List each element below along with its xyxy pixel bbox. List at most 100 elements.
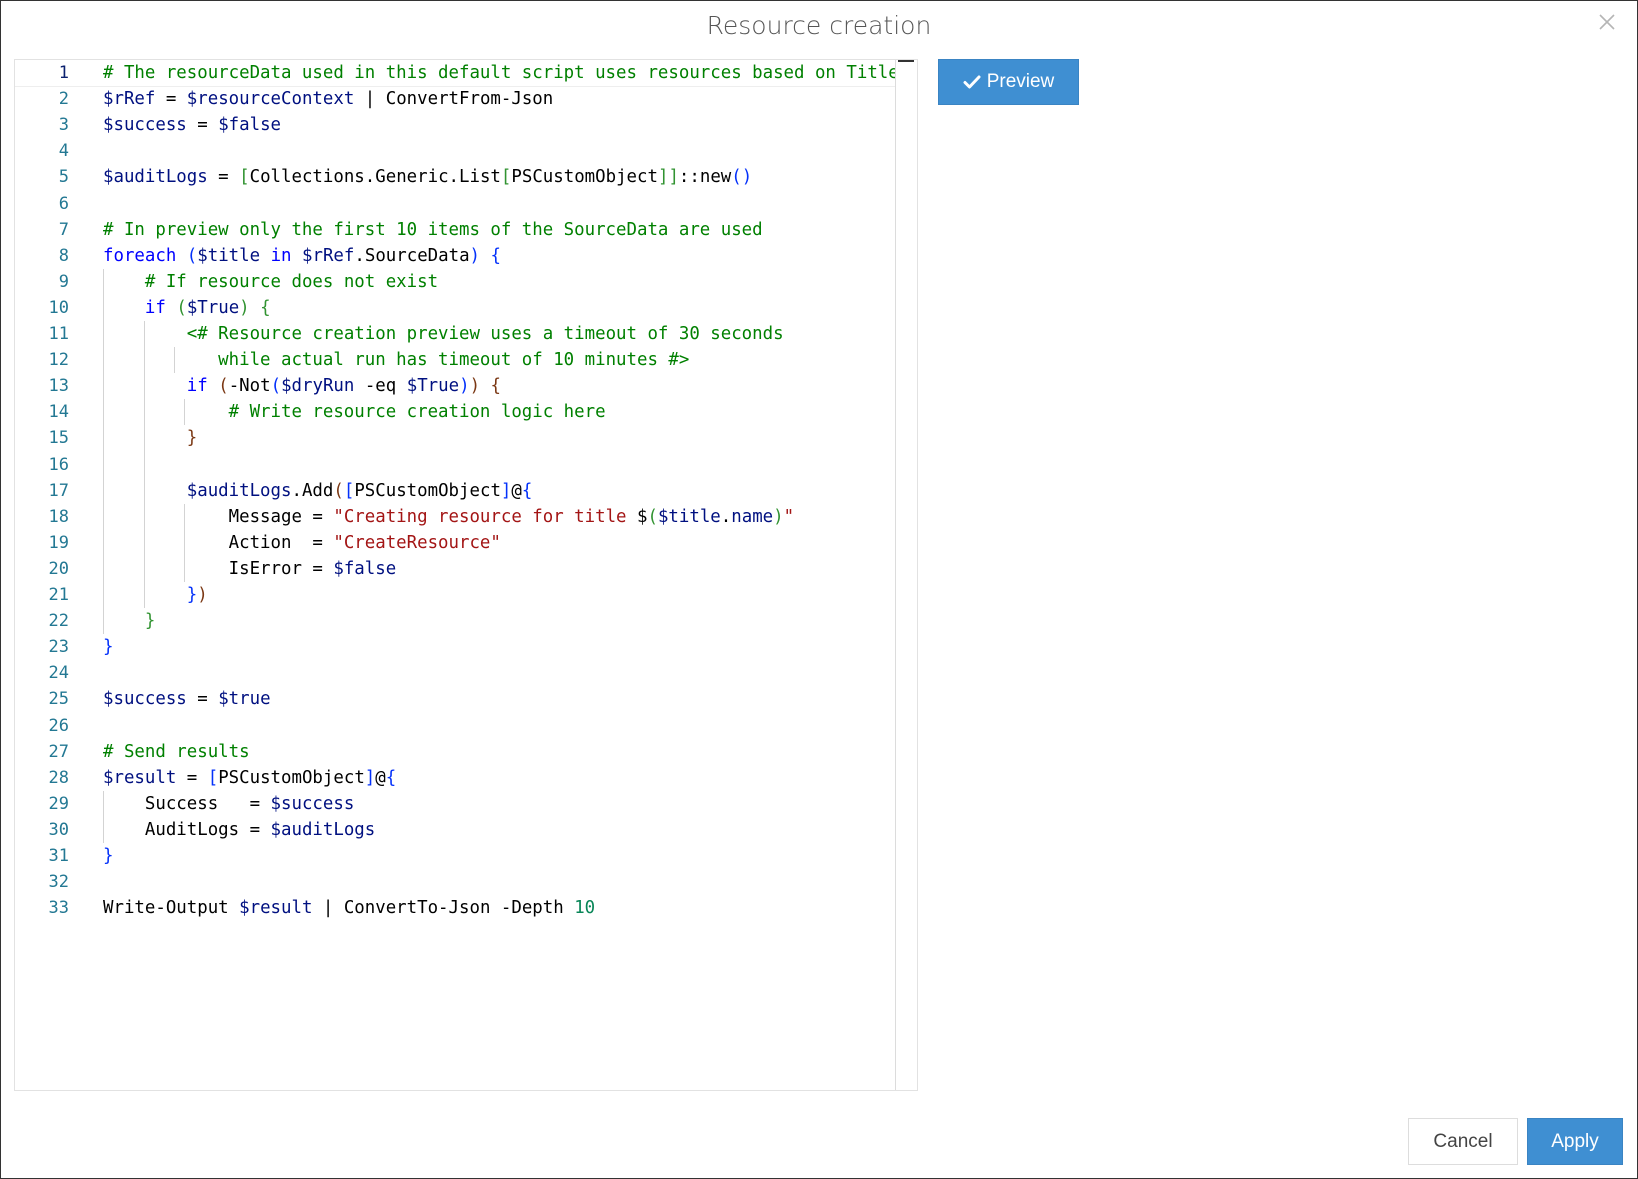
code-token: PSCustomObject: [218, 767, 365, 788]
line-number: 4: [58, 141, 69, 162]
code-token: }: [144, 611, 156, 632]
line-number: 5: [58, 167, 69, 188]
scrollbar-thumb[interactable]: [898, 60, 914, 62]
line-number: 6: [58, 193, 69, 214]
line-number: 17: [48, 480, 69, 501]
code-token: in: [270, 245, 292, 266]
line-code: foreach ($title in $rRef.SourceData) {: [103, 243, 501, 269]
code-token: [: [207, 767, 219, 788]
line-number: 9: [58, 271, 69, 292]
code-token: # In preview only the first 10 items of …: [103, 219, 763, 240]
code-token: }: [103, 846, 114, 866]
code-editor[interactable]: 1 # The resourceData used in this default…: [14, 59, 918, 1091]
code-token: name: [731, 506, 774, 527]
code-token: while actual run has timeout of 10 minut…: [218, 350, 690, 371]
code-token: -eq: [354, 376, 407, 397]
code-token: {: [260, 297, 271, 318]
apply-button[interactable]: Apply: [1527, 1118, 1623, 1165]
line-number: 12: [48, 350, 69, 371]
code-token: @: [375, 767, 386, 788]
line-number: 20: [48, 558, 69, 579]
code-token: (): [731, 167, 753, 188]
code-token: $title: [197, 245, 261, 266]
line-number: 19: [48, 532, 69, 553]
code-token: $result: [239, 898, 313, 919]
code-token: [: [500, 167, 512, 188]
code-token: if: [144, 297, 166, 318]
close-icon: [1599, 14, 1615, 30]
dialog-title: Resource creation: [706, 11, 932, 40]
code-token: [: [343, 480, 355, 501]
line-number: 28: [48, 767, 69, 788]
editor-vertical-scrollbar[interactable]: [895, 60, 917, 1090]
line-code: $rRef = $resourceContext | ConvertFrom-J…: [103, 86, 553, 112]
code-token: $rRef: [103, 89, 156, 110]
line-number: 3: [58, 115, 69, 136]
code-token: if: [186, 376, 208, 397]
preview-label: Preview: [986, 71, 1055, 92]
line-code: <# Resource creation preview uses a time…: [103, 321, 784, 347]
code-token: $rRef: [302, 245, 355, 266]
code-token: {: [385, 767, 397, 788]
line-code: $success = $false: [103, 112, 281, 138]
code-token: ): [469, 245, 481, 266]
line-number: 13: [48, 376, 69, 397]
line-code: Success = $success: [103, 791, 354, 817]
code-token: AuditLogs =: [103, 819, 271, 840]
line-number: 29: [48, 793, 69, 814]
code-token: ): [459, 376, 470, 397]
code-token: ): [773, 506, 784, 527]
line-code: if (-Not($dryRun -eq $True)) {: [103, 373, 501, 399]
code-token: .: [720, 506, 732, 527]
cancel-button[interactable]: Cancel: [1408, 1118, 1518, 1165]
checkmark-icon: [963, 75, 981, 89]
line-number: 1: [58, 63, 69, 83]
line-code: # If resource does not exist: [103, 269, 438, 295]
code-token: 10: [574, 898, 596, 919]
code-token: Success =: [103, 793, 271, 814]
line-code: }: [103, 425, 197, 451]
code-token: $auditLogs: [270, 819, 376, 840]
code-token: }: [186, 428, 198, 449]
code-token: $: [636, 506, 648, 527]
code-token: | ConvertFrom-Json: [354, 89, 554, 110]
code-token: $auditLogs: [103, 167, 208, 188]
code-token: (: [176, 297, 187, 318]
code-token: # The resourceData used in this default …: [103, 63, 899, 83]
code-token: ]: [364, 767, 376, 788]
code-token: $success: [270, 793, 355, 814]
line-number: 33: [48, 898, 69, 919]
code-token: ): [239, 297, 250, 318]
code-token: (: [333, 480, 344, 501]
line-number: 22: [48, 611, 69, 632]
line-code: $success = $true: [103, 686, 271, 712]
code-token: $True: [406, 376, 460, 397]
line-code: # The resourceData used in this default …: [103, 60, 899, 86]
code-token: $false: [333, 558, 397, 579]
line-number: 15: [48, 428, 69, 449]
code-token: ): [469, 376, 481, 397]
code-token: # Write resource creation logic here: [228, 402, 606, 423]
code-token: | ConvertTo-Json -Depth: [312, 898, 575, 919]
preview-button[interactable]: Preview: [938, 59, 1079, 105]
line-number: 27: [48, 741, 69, 762]
line-number: 25: [48, 689, 69, 710]
line-number: 24: [48, 663, 69, 684]
close-button[interactable]: [1595, 10, 1619, 34]
code-token: "Creating resource for title: [333, 506, 637, 527]
code-token: [: [239, 167, 250, 188]
code-token: @: [511, 480, 522, 501]
code-token: $success: [103, 689, 187, 710]
line-number: 18: [48, 506, 69, 527]
code-token: $true: [218, 689, 271, 710]
line-code: }): [103, 582, 208, 608]
code-token: .SourceData: [354, 245, 470, 266]
